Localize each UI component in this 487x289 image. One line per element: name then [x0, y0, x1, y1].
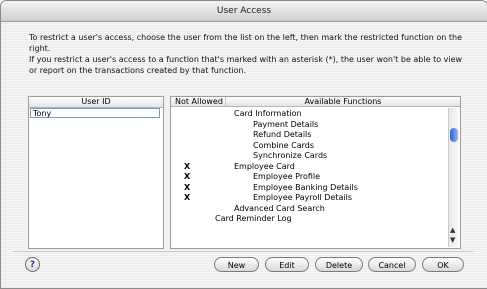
function-label: Card Reminder Log: [215, 214, 292, 223]
user-id-header[interactable]: User ID: [29, 97, 163, 108]
function-label: Employee Card: [234, 161, 295, 171]
function-row[interactable]: Synchronize Cards: [171, 151, 447, 161]
user-list-item-tony[interactable]: Tony: [30, 108, 160, 118]
intro-text-1: To restrict a user's access, choose the …: [29, 33, 463, 53]
not-allowed-mark[interactable]: X: [184, 193, 190, 203]
cancel-button[interactable]: Cancel: [368, 257, 416, 272]
function-label: Card Information: [234, 109, 302, 118]
help-button[interactable]: ?: [25, 257, 40, 272]
window-title: User Access: [1, 1, 487, 22]
intro-text-2: If you restrict a user's access to a fun…: [29, 55, 463, 75]
function-row[interactable]: X Employee Payroll Details: [171, 193, 447, 203]
function-row[interactable]: Combine Cards: [171, 141, 447, 151]
not-allowed-mark[interactable]: X: [184, 162, 190, 172]
function-label: Employee Profile: [253, 172, 321, 181]
function-row[interactable]: Advanced Card Search: [171, 204, 447, 214]
not-allowed-header[interactable]: Not Allowed: [171, 97, 225, 107]
function-label: Employee Banking Details: [253, 182, 358, 192]
function-label: Synchronize Cards: [253, 151, 328, 160]
user-access-window: User Access To restrict a user's access,…: [0, 0, 487, 289]
function-row[interactable]: X Employee Profile: [171, 172, 447, 182]
new-button[interactable]: New: [214, 257, 259, 272]
not-allowed-mark[interactable]: X: [184, 183, 190, 193]
function-row[interactable]: X Employee Card: [171, 162, 447, 172]
functions-list[interactable]: Not Allowed Available Functions Card Inf…: [170, 96, 461, 249]
scroll-down-arrow-icon[interactable]: ▼: [450, 236, 455, 244]
delete-button[interactable]: Delete: [315, 257, 363, 272]
ok-button[interactable]: OK: [422, 257, 464, 272]
user-list[interactable]: User ID Tony: [28, 96, 164, 249]
not-allowed-mark[interactable]: X: [184, 172, 190, 182]
function-label: Employee Payroll Details: [253, 193, 352, 202]
function-label: Combine Cards: [253, 140, 314, 150]
function-row[interactable]: Card Reminder Log: [171, 214, 447, 224]
available-functions-header[interactable]: Available Functions: [225, 97, 460, 107]
functions-scrollbar[interactable]: ▲ ▼: [448, 108, 460, 247]
function-row[interactable]: Refund Details: [171, 130, 447, 140]
scroll-up-arrow-icon[interactable]: ▲: [450, 226, 455, 234]
function-row[interactable]: Card Information: [171, 109, 447, 119]
function-label: Advanced Card Search: [234, 203, 325, 213]
function-label: Payment Details: [253, 119, 319, 129]
edit-button[interactable]: Edit: [265, 257, 309, 272]
function-row[interactable]: X Employee Banking Details: [171, 183, 447, 193]
function-row[interactable]: Payment Details: [171, 120, 447, 130]
footer-divider: [13, 251, 473, 252]
scrollbar-thumb[interactable]: [450, 128, 458, 142]
function-label: Refund Details: [253, 130, 312, 139]
